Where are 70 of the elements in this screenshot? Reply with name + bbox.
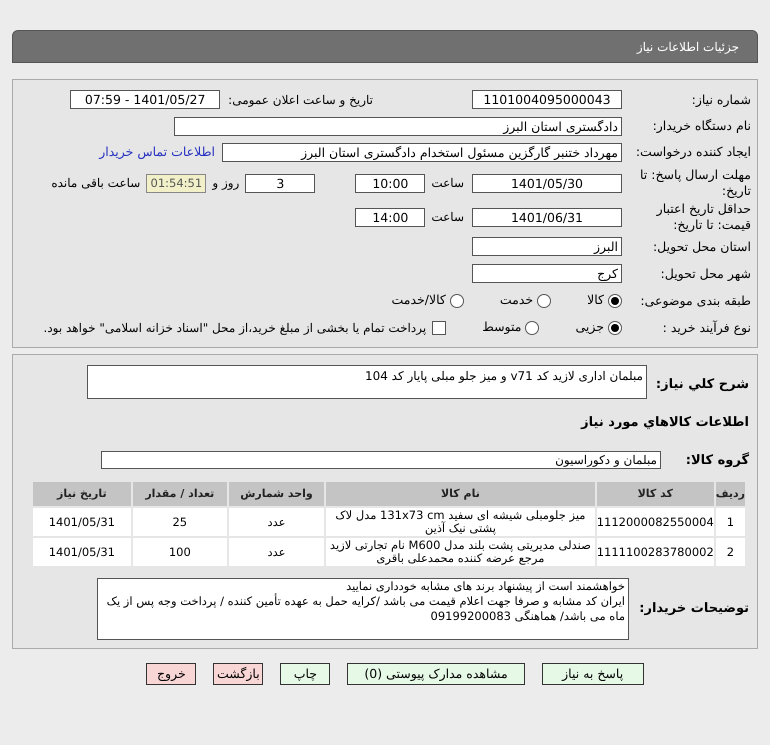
countdown-field: 01:54:51 xyxy=(146,174,206,192)
column-header: تاریخ نیاز xyxy=(32,481,132,507)
page-title: جزئیات اطلاعات نیاز xyxy=(636,38,739,56)
field-label: نام دستگاه خریدار: xyxy=(652,118,751,134)
table-cell: 1111100283780002 xyxy=(596,537,715,567)
field-label: توضیحات خریدار: xyxy=(639,600,749,618)
table-cell: 1401/05/31 xyxy=(32,507,132,537)
table-cell: صندلی مدیریتی پشت بلند مدل M600 نام تجارتی لازید مرجع عرضه کننده محمدعلی باقری xyxy=(325,537,596,567)
field-label: شرح کلي نياز: xyxy=(654,376,749,394)
table-cell: 2 xyxy=(714,537,746,567)
field-label: ایجاد کننده درخواست: xyxy=(634,144,751,160)
field-label: شماره نیاز: xyxy=(690,92,751,108)
table-cell: 1401/05/31 xyxy=(32,537,132,567)
input-field[interactable]: البرز xyxy=(472,237,622,256)
input-field[interactable]: کرج xyxy=(472,264,622,283)
input-field[interactable]: 10:00 xyxy=(355,174,426,192)
field-label: ساعت باقی مانده xyxy=(51,175,140,192)
radio-icon[interactable] xyxy=(525,320,540,334)
checkbox-option[interactable]: پرداخت تمام یا بخشی از مبلغ خرید،از محل "اسناد خزانه اسلامی" خواهد بود. xyxy=(44,318,446,336)
section-heading: اطلاعات کالاهاي مورد نياز xyxy=(580,414,749,432)
contact-link[interactable]: اطلاعات تماس خریدار xyxy=(99,142,215,162)
input-field[interactable]: 1101004095000043 xyxy=(472,90,622,109)
field-label: گروه کالا: xyxy=(684,451,749,470)
buyer-notes-field: خواهشمند است از پیشنهاد برند های مشابه خودداری نمایید ایران کد مشابه و صرفا جهت اعلام قیمت می باشد /کرایه حمل به عهده تأمین کننده / پرداخت وجه پس از یک ماه می باشد/ هماهنگی 09199200083 xyxy=(97,578,629,640)
input-field[interactable]: مهرداد ختنبر گارگزین مسئول استخدام دادگستری استان البرز xyxy=(222,142,622,162)
field-label: حداقل تاریخ اعتبار قیمت: تا تاریخ: xyxy=(655,201,751,233)
input-field[interactable]: 14:00 xyxy=(355,208,426,226)
field-label: ساعت xyxy=(431,175,464,192)
column-header: ردیف xyxy=(714,481,746,507)
need-description-field: مبلمان اداری لازید کد v71 و میز جلو مبلی پایار کد 104 xyxy=(87,365,647,399)
field-label: تاریخ و ساعت اعلان عمومی: xyxy=(228,92,373,108)
input-field[interactable]: 3 xyxy=(245,174,316,192)
field-label: روز و xyxy=(212,175,240,192)
action-button[interactable]: بازگشت xyxy=(213,663,264,685)
radio-icon[interactable] xyxy=(608,294,622,308)
table-cell: میز جلومبلی شیشه ای سفید 131x73 cm مدل لاک پشتی نیک آذین xyxy=(325,507,596,537)
radio-option[interactable]: متوسط xyxy=(482,318,540,337)
input-field[interactable]: 1401/05/27 - 07:59 xyxy=(70,90,220,109)
radio-icon[interactable] xyxy=(537,294,552,308)
radio-icon[interactable] xyxy=(608,320,622,334)
radio-icon[interactable] xyxy=(450,294,464,308)
radio-option[interactable]: خدمت xyxy=(500,291,552,310)
column-header: نام کالا xyxy=(325,481,596,507)
field-label: شهر محل تحویل: xyxy=(660,266,751,282)
table-cell: 1112000082550004 xyxy=(596,507,715,537)
action-button[interactable]: مشاهده مدارک پیوستی (0) xyxy=(347,663,525,685)
field-label: مهلت ارسال پاسخ: تا تاریخ: xyxy=(639,167,751,199)
checkbox-icon[interactable] xyxy=(432,320,446,334)
field-label: طبقه بندی موضوعی: xyxy=(639,292,751,308)
field-label: نوع فرآیند خرید : xyxy=(662,320,751,336)
column-header: واحد شمارش xyxy=(228,481,326,507)
field-label: استان محل تحویل: xyxy=(652,238,751,254)
goods-group-field: مبلمان و دکوراسیون xyxy=(101,451,661,470)
table-cell: 1 xyxy=(714,507,746,537)
radio-option[interactable]: کالا xyxy=(587,291,622,310)
action-button[interactable]: چاپ xyxy=(280,663,330,685)
column-header: کد کالا xyxy=(596,481,715,507)
radio-option[interactable]: جزیی xyxy=(575,318,622,337)
table-cell: عدد xyxy=(228,507,326,537)
field-label: ساعت xyxy=(431,209,464,226)
table-cell: عدد xyxy=(228,537,326,567)
column-header: تعداد / مقدار xyxy=(132,481,228,507)
action-button[interactable]: خروج xyxy=(146,663,196,685)
input-field[interactable]: 1401/05/30 xyxy=(472,174,622,192)
radio-option[interactable]: کالا/خدمت xyxy=(391,291,464,310)
table-cell: 100 xyxy=(132,537,228,567)
action-button[interactable]: پاسخ به نیاز xyxy=(542,663,644,685)
table-cell: 25 xyxy=(132,507,228,537)
input-field[interactable]: دادگستری استان البرز xyxy=(174,116,622,136)
input-field[interactable]: 1401/06/31 xyxy=(472,208,622,226)
